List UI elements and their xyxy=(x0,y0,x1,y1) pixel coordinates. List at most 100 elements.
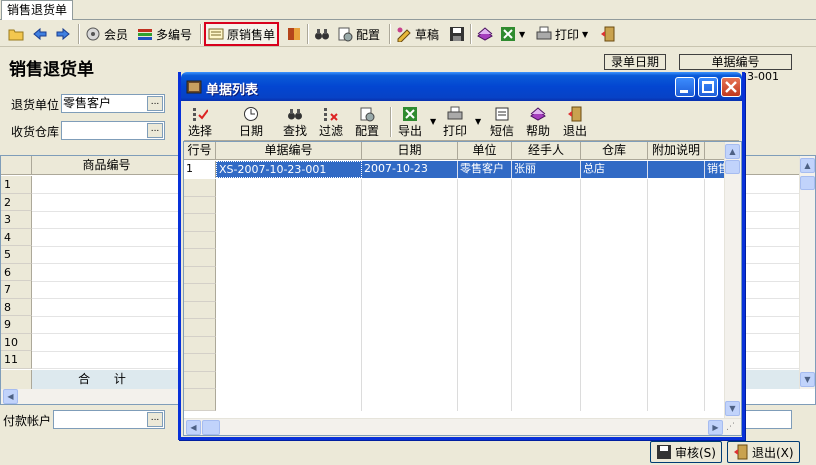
member-button[interactable]: 会员 xyxy=(85,23,128,45)
select-label: 选择 xyxy=(188,124,213,138)
col-handler[interactable]: 经手人 xyxy=(512,142,581,160)
scroll-left-icon[interactable]: ◀ xyxy=(186,420,201,435)
footer-field-right[interactable] xyxy=(745,410,792,429)
audit-button[interactable]: 审核(S) xyxy=(650,441,722,463)
original-sales-button[interactable]: 原销售单 xyxy=(204,22,280,46)
row-number: 11 xyxy=(1,351,32,369)
col-date[interactable]: 日期 xyxy=(362,142,458,160)
exit-button[interactable] xyxy=(600,23,616,45)
scroll-right-icon[interactable]: ▶ xyxy=(708,420,723,435)
print-button[interactable]: 打印 xyxy=(443,104,467,140)
filter-button[interactable]: 过滤 xyxy=(319,104,343,140)
draft-button[interactable]: 草稿 xyxy=(396,23,439,45)
grid-corner xyxy=(1,156,32,175)
draft-icon xyxy=(397,27,411,42)
search-button[interactable] xyxy=(314,23,330,45)
sms-button[interactable]: 短信 xyxy=(490,104,514,140)
find-button[interactable]: 查找 xyxy=(283,104,307,140)
export-button[interactable]: 导出 xyxy=(398,104,422,140)
date-button[interactable]: 日期 xyxy=(239,104,263,140)
payment-account-browse-button[interactable]: ... xyxy=(147,412,163,427)
books-icon xyxy=(477,27,493,41)
row-number: 1 xyxy=(1,176,32,194)
forward-button[interactable] xyxy=(55,23,71,45)
scroll-thumb[interactable] xyxy=(800,176,815,190)
dropdown-arrow-icon[interactable]: ▼ xyxy=(430,117,436,126)
print-button[interactable]: 打印 ▼ xyxy=(536,23,588,45)
book-icon xyxy=(288,28,300,40)
document-list-window[interactable]: 单据列表 选择 日期 查找 过滤 配置 导出 ▼ 打印 ▼ 短信 帮助 退出 行… xyxy=(178,72,745,440)
list-vertical-scrollbar[interactable]: ▲ ▼ xyxy=(724,142,741,418)
scroll-thumb[interactable] xyxy=(725,160,740,174)
back-button[interactable] xyxy=(32,23,48,45)
app-icon xyxy=(186,80,202,94)
warehouse-browse-button[interactable]: ... xyxy=(147,123,163,138)
return-unit-field[interactable]: 零售客户 ... xyxy=(61,94,165,113)
scroll-up-icon[interactable]: ▲ xyxy=(800,158,815,173)
find-label: 查找 xyxy=(283,124,308,138)
row-number: 10 xyxy=(1,333,32,351)
scroll-down-icon[interactable]: ▼ xyxy=(800,372,815,387)
tab-sales-return[interactable]: 销售退货单 xyxy=(1,0,74,20)
exit-button[interactable]: 退出 xyxy=(563,104,587,140)
help-button[interactable]: 帮助 xyxy=(526,104,550,140)
export-label: 导出 xyxy=(398,124,423,138)
row-number: 5 xyxy=(1,246,32,264)
return-unit-browse-button[interactable]: ... xyxy=(147,96,163,111)
close-button[interactable] xyxy=(721,77,741,97)
col-product-code[interactable]: 商品编号 xyxy=(32,156,182,175)
resize-grip-icon[interactable]: ⋰ xyxy=(726,422,735,432)
col-warehouse[interactable]: 仓库 xyxy=(581,142,648,160)
toolbar-separator xyxy=(200,24,202,44)
col-note[interactable]: 附加说明 xyxy=(648,142,705,160)
help-label: 帮助 xyxy=(526,124,551,138)
col-row-number[interactable]: 行号 xyxy=(184,142,216,160)
grid-horizontal-scrollbar[interactable]: ◀ xyxy=(1,389,181,404)
exit-form-label: 退出(X) xyxy=(752,445,794,460)
dropdown-arrow-icon[interactable]: ▼ xyxy=(519,30,525,39)
page-title: 销售退货单 xyxy=(9,60,94,80)
maximize-button[interactable] xyxy=(698,77,718,97)
payment-account-field[interactable]: ... xyxy=(53,410,165,429)
save-disk-icon xyxy=(450,27,464,41)
dropdown-arrow-icon[interactable]: ▼ xyxy=(582,30,588,39)
row-number: 6 xyxy=(1,263,32,281)
cell-handler: 张丽 xyxy=(512,161,581,178)
list-horizontal-scrollbar[interactable]: ◀ ▶ ⋰ xyxy=(184,418,741,435)
minimize-button[interactable] xyxy=(675,77,695,97)
dropdown-arrow-icon[interactable]: ▼ xyxy=(475,117,481,126)
exit-form-button[interactable]: 退出(X) xyxy=(727,441,800,463)
col-unit[interactable]: 单位 xyxy=(458,142,512,160)
scroll-thumb[interactable] xyxy=(202,420,220,435)
exit-label: 退出 xyxy=(563,124,588,138)
document-list-grid[interactable]: 行号 单据编号 日期 单位 经手人 仓库 附加说明 1 XS-2007-10-2… xyxy=(183,141,742,436)
config-button[interactable]: 配置 xyxy=(355,104,379,140)
multi-code-button[interactable]: 多编号 xyxy=(137,23,192,45)
save-disk-icon xyxy=(657,445,671,459)
scroll-up-icon[interactable]: ▲ xyxy=(725,144,740,159)
return-unit-value: 零售客户 xyxy=(63,96,112,110)
audit-label: 审核(S) xyxy=(675,445,716,460)
total-label: 合 计 xyxy=(32,370,182,389)
books-button[interactable] xyxy=(477,23,493,45)
draft-label: 草稿 xyxy=(415,27,440,42)
config-icon xyxy=(338,27,353,42)
scroll-left-icon[interactable]: ◀ xyxy=(3,389,18,404)
select-button[interactable]: 选择 xyxy=(188,104,212,140)
checklist-icon xyxy=(193,108,208,121)
excel-icon xyxy=(501,27,515,41)
window-titlebar[interactable]: 单据列表 xyxy=(181,72,742,101)
scroll-down-icon[interactable]: ▼ xyxy=(725,401,740,416)
open-folder-button[interactable] xyxy=(8,23,24,45)
printer-icon xyxy=(536,26,552,40)
col-doc-no[interactable]: 单据编号 xyxy=(216,142,362,160)
save-button[interactable] xyxy=(449,23,465,45)
grid-vertical-scrollbar[interactable]: ▲ ▼ xyxy=(799,156,815,389)
cell-date: 2007-10-23 xyxy=(362,161,458,178)
book-button[interactable] xyxy=(286,23,302,45)
clock-icon xyxy=(244,107,258,121)
warehouse-field[interactable]: ... xyxy=(61,121,165,140)
export-button[interactable]: ▼ xyxy=(500,23,525,45)
config-button[interactable]: 配置 xyxy=(337,23,380,45)
maximize-icon xyxy=(702,81,714,93)
